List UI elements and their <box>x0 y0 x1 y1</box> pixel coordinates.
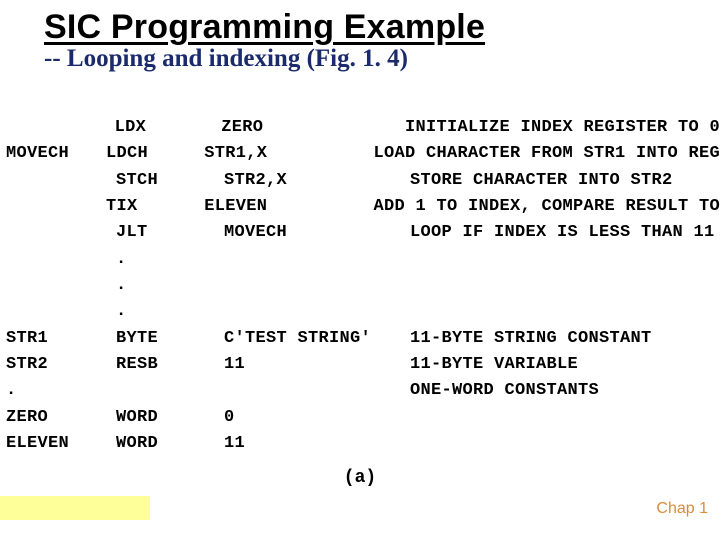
code-col-opcode: BYTE <box>116 326 224 352</box>
code-col-opcode: RESB <box>116 352 224 378</box>
code-col-label <box>6 273 116 299</box>
code-col-operand: C'TEST STRING' <box>224 326 410 352</box>
code-col-label: STR2 <box>6 352 116 378</box>
code-col-comment <box>410 299 720 325</box>
code-col-label <box>6 115 115 141</box>
chapter-label: Chap 1 <box>656 500 708 518</box>
code-col-operand: STR2,X <box>224 168 410 194</box>
code-col-opcode: STCH <box>116 168 224 194</box>
code-col-label: MOVECH <box>6 141 106 167</box>
code-col-comment: LOAD CHARACTER FROM STR1 INTO REG <box>373 141 720 167</box>
code-col-comment: ONE-WORD CONSTANTS <box>410 378 720 404</box>
code-col-opcode: JLT <box>116 220 224 246</box>
code-col-opcode: . <box>116 247 224 273</box>
code-col-operand <box>224 273 410 299</box>
code-col-opcode <box>116 378 224 404</box>
code-col-comment: ADD 1 TO INDEX, COMPARE RESULT TO <box>373 194 720 220</box>
code-col-comment: INITIALIZE INDEX REGISTER TO 0 <box>405 115 720 141</box>
footer-accent-bar <box>0 496 150 520</box>
code-col-operand: ZERO <box>221 115 405 141</box>
code-col-label <box>6 299 116 325</box>
code-col-opcode: TIX <box>106 194 204 220</box>
code-col-comment <box>410 405 720 431</box>
code-col-label: ELEVEN <box>6 431 116 457</box>
code-col-label <box>6 247 116 273</box>
code-col-comment <box>410 273 720 299</box>
code-col-operand: 0 <box>224 405 410 431</box>
code-row: STR2RESB1111-BYTE VARIABLE <box>6 352 720 378</box>
code-col-operand <box>224 378 410 404</box>
code-col-label: STR1 <box>6 326 116 352</box>
code-row: . <box>6 247 720 273</box>
code-col-operand: ELEVEN <box>204 194 373 220</box>
code-col-opcode: WORD <box>116 431 224 457</box>
code-col-opcode: LDX <box>115 115 222 141</box>
code-row: MOVECHLDCHSTR1,XLOAD CHARACTER FROM STR1… <box>6 141 720 167</box>
code-col-operand: 11 <box>224 352 410 378</box>
code-col-opcode: WORD <box>116 405 224 431</box>
code-col-opcode: . <box>116 299 224 325</box>
code-col-comment: 11-BYTE STRING CONSTANT <box>410 326 720 352</box>
code-col-comment <box>410 431 720 457</box>
code-row: . <box>6 273 720 299</box>
slide-subtitle: -- Looping and indexing (Fig. 1. 4) <box>44 45 720 73</box>
code-col-operand <box>224 247 410 273</box>
code-row: TIXELEVENADD 1 TO INDEX, COMPARE RESULT … <box>6 194 720 220</box>
code-col-operand: 11 <box>224 431 410 457</box>
code-row: STCHSTR2,XSTORE CHARACTER INTO STR2 <box>6 168 720 194</box>
code-col-opcode: LDCH <box>106 141 204 167</box>
code-row: ELEVENWORD11 <box>6 431 720 457</box>
code-col-operand: STR1,X <box>204 141 373 167</box>
code-col-label <box>6 194 106 220</box>
code-col-operand: MOVECH <box>224 220 410 246</box>
slide-header: SIC Programming Example -- Looping and i… <box>0 0 720 73</box>
code-col-opcode: . <box>116 273 224 299</box>
code-col-operand <box>224 299 410 325</box>
code-row: LDXZEROINITIALIZE INDEX REGISTER TO 0 <box>6 115 720 141</box>
code-col-comment: LOOP IF INDEX IS LESS THAN 11 <box>410 220 720 246</box>
code-row: . <box>6 299 720 325</box>
code-col-comment <box>410 247 720 273</box>
figure-label: (a) <box>0 468 720 488</box>
code-col-label: ZERO <box>6 405 116 431</box>
code-listing: LDXZEROINITIALIZE INDEX REGISTER TO 0MOV… <box>6 115 720 457</box>
slide-title: SIC Programming Example <box>44 8 720 47</box>
code-row: ZEROWORD0 <box>6 405 720 431</box>
code-row: STR1BYTEC'TEST STRING'11-BYTE STRING CON… <box>6 326 720 352</box>
code-col-label: . <box>6 378 116 404</box>
code-row: JLTMOVECHLOOP IF INDEX IS LESS THAN 11 <box>6 220 720 246</box>
code-col-comment: STORE CHARACTER INTO STR2 <box>410 168 720 194</box>
code-col-label <box>6 168 116 194</box>
code-col-comment: 11-BYTE VARIABLE <box>410 352 720 378</box>
code-col-label <box>6 220 116 246</box>
code-row: . ONE-WORD CONSTANTS <box>6 378 720 404</box>
